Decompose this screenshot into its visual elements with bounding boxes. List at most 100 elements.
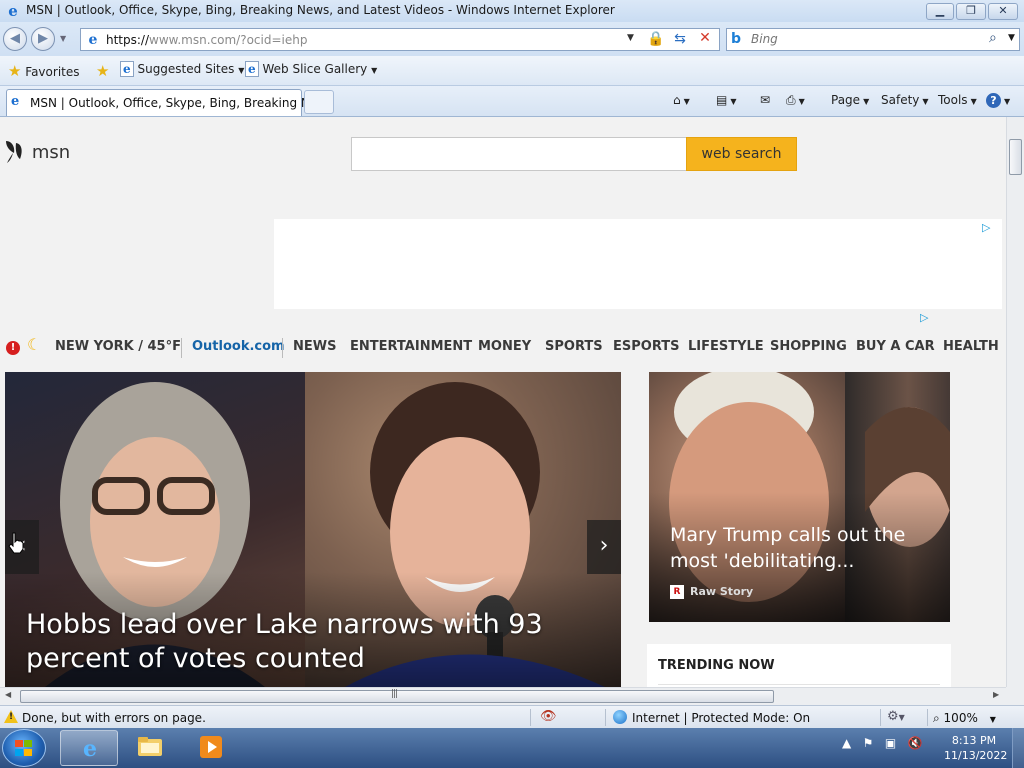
tools-menu-label: Tools [938, 93, 968, 107]
scrollbar-corner [1006, 687, 1024, 705]
zoom-level[interactable]: ⌕ 100% ▼ [933, 711, 996, 726]
new-tab-button[interactable] [304, 90, 334, 114]
favorites-label: Favorites [25, 65, 80, 79]
divider [658, 684, 940, 685]
recent-pages-dropdown-icon[interactable]: ▼ [60, 34, 66, 43]
web-search-button[interactable]: web search [686, 137, 797, 171]
chevron-down-icon: ▼ [238, 66, 245, 75]
msn-logo[interactable]: msn [4, 139, 70, 165]
status-message[interactable]: Done, but with errors on page. [22, 711, 206, 725]
nav-link-health[interactable]: HEALTH [943, 339, 999, 354]
vertical-scroll-thumb[interactable] [1009, 139, 1022, 175]
search-icon[interactable]: ⌕ [989, 30, 997, 46]
nav-link-shopping[interactable]: SHOPPING [770, 339, 847, 354]
nav-link-money[interactable]: MONEY [478, 339, 531, 354]
add-favorite-button[interactable]: ★ [96, 62, 109, 80]
windows-flag-icon [15, 740, 33, 757]
ad-choices-icon[interactable]: ▷ [920, 311, 928, 324]
close-button[interactable]: ✕ [988, 3, 1018, 20]
safety-menu-label: Safety [881, 93, 920, 107]
chevron-down-icon: ▼ [371, 66, 378, 75]
system-tray[interactable]: ▲ ⚑ ▣ 🔇 [842, 736, 923, 750]
privacy-report-icon[interactable]: 👁 [540, 709, 557, 724]
lock-icon[interactable]: 🔒 [647, 31, 664, 48]
nav-link-sports[interactable]: SPORTS [545, 339, 603, 354]
scroll-left-icon[interactable]: ◀ [5, 690, 11, 699]
nav-link-lifestyle[interactable]: LIFESTYLE [688, 339, 764, 354]
taskbar-media-player[interactable] [182, 730, 240, 766]
page-viewport: msn web search ▷ ▷ ! ☾ NEW YORK / 45°F O… [0, 117, 1006, 687]
back-button[interactable]: ◀ [3, 27, 27, 51]
taskbar-explorer[interactable] [121, 730, 179, 766]
status-bar: ! Done, but with errors on page. 👁 Inter… [0, 705, 1024, 728]
alert-icon[interactable]: ! [6, 341, 20, 355]
scroll-right-icon[interactable]: ▶ [993, 690, 999, 699]
status-divider [605, 709, 606, 726]
read-mail-icon[interactable]: ✉ [760, 93, 770, 107]
nav-link-news[interactable]: NEWS [293, 339, 336, 354]
web-search-input[interactable] [351, 137, 687, 171]
refresh-icon[interactable]: ⇆ [671, 31, 689, 48]
clock[interactable]: 8:13 PM 11/13/2022 [944, 733, 1007, 763]
globe-icon [613, 710, 627, 724]
web-search-form: web search [351, 137, 797, 171]
card-title[interactable]: Mary Trump calls out the most 'debilitat… [670, 522, 940, 574]
address-field[interactable]: e https://www.msn.com/?ocid=iehp ▼ 🔒 ⇆ ✕ [80, 28, 720, 51]
web-slice-gallery-label: Web Slice Gallery [262, 62, 368, 76]
status-divider [880, 709, 881, 726]
page-menu[interactable]: Page ▼ [831, 93, 869, 107]
chevron-down-icon: ▼ [989, 715, 996, 724]
show-desktop-button[interactable] [1012, 728, 1024, 768]
print-icon[interactable]: ⎙ ▼ [786, 93, 805, 108]
card-source[interactable]: Raw Story [690, 585, 753, 598]
favorites-button[interactable]: ★ Favorites [8, 62, 80, 80]
nav-link-outlook[interactable]: Outlook.com [192, 339, 285, 354]
suggested-sites-link[interactable]: e Suggested Sites ▼ [120, 61, 245, 77]
vertical-scrollbar[interactable] [1006, 117, 1024, 687]
taskbar-internet-explorer[interactable]: e [60, 730, 118, 766]
url-text[interactable]: https://www.msn.com/?ocid=iehp [106, 33, 307, 47]
url-prefix: https:// [106, 33, 150, 47]
maximize-button[interactable]: ❐ [956, 3, 986, 20]
weather-location[interactable]: NEW YORK / 45°F [55, 339, 181, 354]
help-icon[interactable]: ? ▼ [986, 93, 1010, 108]
minimize-button[interactable]: ▁ [926, 3, 954, 20]
forward-button[interactable]: ▶ [31, 27, 55, 51]
search-dropdown-icon[interactable]: ▼ [1008, 33, 1015, 43]
source-logo-icon: R [670, 585, 684, 599]
search-input[interactable] [751, 32, 971, 46]
security-zone[interactable]: Internet | Protected Mode: On [632, 711, 810, 725]
stop-icon[interactable]: ✕ [697, 30, 713, 48]
scroll-grip-icon: ||| [391, 689, 398, 699]
hero-headline[interactable]: Hobbs lead over Lake narrows with 93 per… [26, 608, 616, 676]
advertisement[interactable]: ▷ [274, 219, 1002, 309]
ad-choices-icon[interactable]: ▷ [982, 221, 990, 234]
nav-link-buy-a-car[interactable]: BUY A CAR [856, 339, 935, 354]
safety-menu[interactable]: Safety ▼ [881, 93, 929, 107]
home-icon[interactable]: ⌂ ▼ [673, 93, 690, 107]
carousel-next-button[interactable]: › [587, 520, 621, 574]
nav-link-esports[interactable]: ESPORTS [613, 339, 679, 354]
search-box[interactable]: b ⌕ ▼ [726, 28, 1020, 51]
web-slice-gallery-link[interactable]: e Web Slice Gallery ▼ [245, 61, 378, 77]
nav-divider [181, 338, 182, 358]
bing-icon: b [731, 31, 742, 47]
msn-butterfly-icon [6, 141, 22, 163]
clock-time: 8:13 PM [951, 734, 997, 747]
tools-menu[interactable]: Tools ▼ [938, 93, 977, 107]
hero-carousel[interactable]: ‹ › Hobbs lead over Lake narrows with 93… [5, 372, 621, 687]
add-ons-icon[interactable]: ⚙▼ [887, 709, 905, 724]
taskbar: e ▲ ⚑ ▣ 🔇 8:13 PM 11/13/2022 [0, 728, 1024, 768]
favorites-bar: ★ Favorites ★ e Suggested Sites ▼ e Web … [0, 56, 1024, 86]
tab-msn[interactable]: e MSN | Outlook, Office, Skype, Bing, Br… [6, 89, 329, 116]
moon-weather-icon: ☾ [27, 335, 42, 354]
horizontal-scrollbar[interactable]: ◀ ||| ▶ [0, 687, 1006, 705]
media-player-icon [198, 735, 224, 761]
start-button[interactable] [2, 729, 46, 767]
nav-link-entertainment[interactable]: ENTERTAINMENT [350, 339, 472, 354]
trending-now-panel: TRENDING NOW [647, 644, 951, 687]
side-news-card[interactable]: Mary Trump calls out the most 'debilitat… [649, 372, 950, 622]
suggested-sites-label: Suggested Sites [137, 62, 235, 76]
address-dropdown-icon[interactable]: ▼ [627, 33, 634, 43]
feeds-icon[interactable]: ▤ ▼ [716, 93, 737, 107]
